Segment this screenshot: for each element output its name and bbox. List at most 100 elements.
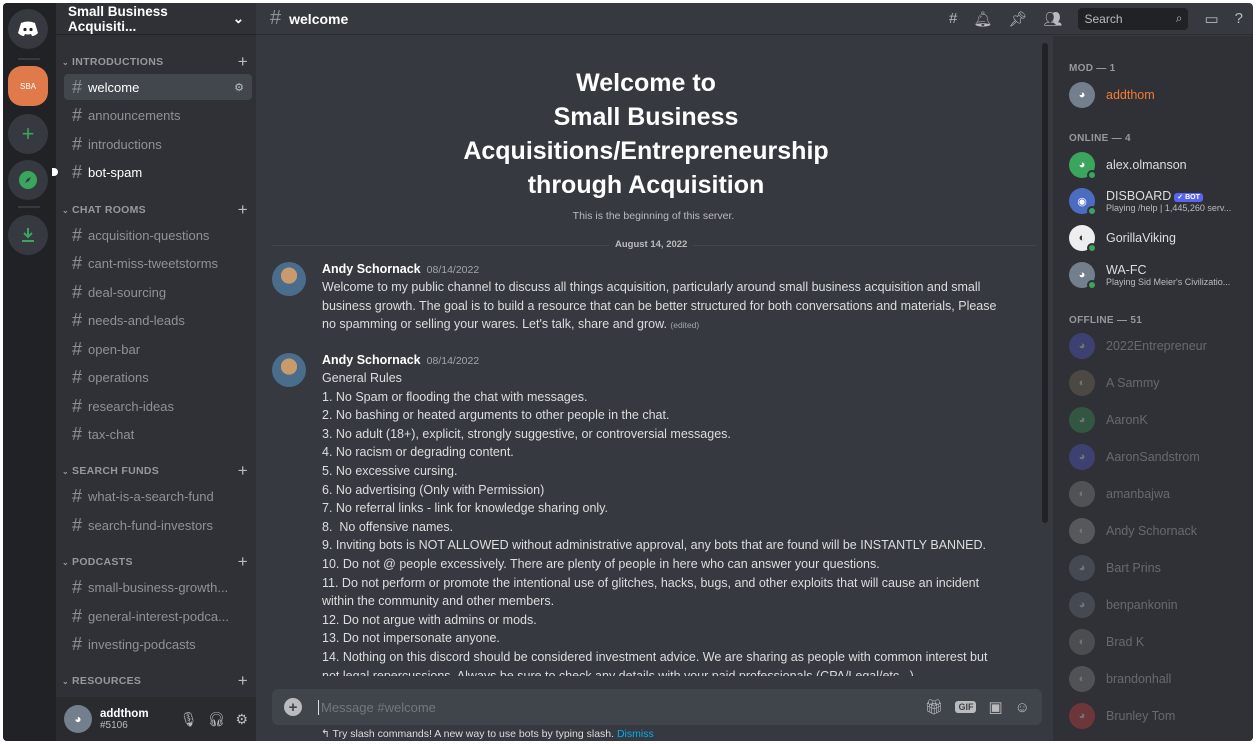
- member-item[interactable]: ◕ WA-FC Playing Sid Meier's Civilizatio.…: [1069, 258, 1249, 292]
- member-item[interactable]: ◐ amanbajwa: [1069, 477, 1249, 511]
- message-scrollbar[interactable]: [1042, 43, 1048, 523]
- channel-cant-miss-tweetstorms[interactable]: # cant-miss-tweetstorms: [64, 250, 252, 276]
- add-server-button[interactable]: +: [8, 114, 48, 154]
- hash-icon: #: [72, 485, 83, 506]
- avatar: ◉: [1069, 188, 1097, 216]
- channel-label: tax-chat: [88, 426, 135, 442]
- member-item[interactable]: ◐ Brad K: [1069, 625, 1249, 659]
- channel-bot-spam[interactable]: # bot-spam: [64, 159, 252, 185]
- message-line: 6. No advertising (Only with Permission): [322, 482, 545, 497]
- avatar[interactable]: [272, 353, 306, 387]
- avatar[interactable]: ◕: [64, 705, 92, 733]
- member-item[interactable]: ◐ GorillaViking: [1069, 221, 1249, 255]
- message[interactable]: Andy Schornack 08/14/2022 General Rules 1…: [272, 353, 1012, 676]
- bell-icon[interactable]: 🔔︎: [973, 10, 992, 28]
- channel-deal-sourcing[interactable]: # deal-sourcing: [64, 279, 252, 305]
- server-sba[interactable]: SBA: [8, 66, 48, 106]
- member-item[interactable]: ◐ A Sammy: [1069, 366, 1249, 400]
- channel-what-is-a-search-fund[interactable]: # what-is-a-search-fund: [64, 483, 252, 509]
- member-item[interactable]: ◕ Bart Prins: [1069, 551, 1249, 585]
- threads-icon[interactable]: #: [949, 10, 957, 27]
- message-input[interactable]: Message #welcome: [318, 699, 436, 715]
- discord-window: SBA + Small Business Acquisiti... ⌄ ⌄ INT…: [3, 3, 1253, 741]
- channel-research-ideas[interactable]: # research-ideas: [64, 393, 252, 419]
- channel-tax-chat[interactable]: # tax-chat: [64, 421, 252, 447]
- member-activity: Playing /help | 1,445,260 serv...: [1106, 203, 1232, 213]
- channel-label: small-business-growth...: [88, 579, 229, 595]
- create-channel-icon[interactable]: +: [238, 671, 248, 691]
- message-line: 9. Inviting bots is NOT ALLOWED without …: [322, 538, 986, 553]
- channel-introductions[interactable]: # introductions: [64, 131, 252, 157]
- hash-icon: #: [72, 224, 83, 245]
- create-channel-icon[interactable]: +: [238, 200, 248, 220]
- member-item[interactable]: ◕ 2022Entrepreneur: [1069, 329, 1249, 363]
- create-channel-icon[interactable]: +: [238, 461, 248, 481]
- message-author[interactable]: Andy Schornack: [322, 262, 421, 276]
- member-item[interactable]: ◕ Brunley Tom: [1069, 699, 1249, 733]
- download-icon: [22, 228, 34, 242]
- avatar[interactable]: [272, 262, 306, 296]
- message-author[interactable]: Andy Schornack: [322, 353, 421, 367]
- message-line: not legal repercussions. Always be sure …: [322, 668, 914, 677]
- help-icon[interactable]: ?: [1235, 10, 1243, 27]
- explore-servers-button[interactable]: [8, 160, 48, 200]
- gift-icon[interactable]: 🎁︎: [924, 698, 943, 716]
- pin-icon[interactable]: 📌︎: [1008, 10, 1027, 28]
- channel-needs-and-leads[interactable]: # needs-and-leads: [64, 307, 252, 333]
- add-attachment-icon[interactable]: +: [284, 698, 302, 716]
- member-item[interactable]: ◐ Andy Schornack: [1069, 514, 1249, 548]
- avatar: ◕: [1069, 262, 1097, 290]
- search-input[interactable]: Search ⌕: [1078, 7, 1189, 30]
- channel-label: investing-podcasts: [88, 636, 196, 652]
- channel-settings-icon[interactable]: ⚙: [234, 81, 244, 94]
- channel-operations[interactable]: # operations: [64, 364, 252, 390]
- inbox-icon[interactable]: ▭: [1204, 10, 1218, 28]
- category-podcasts[interactable]: ⌄ PODCASTS +: [62, 552, 248, 572]
- category-introductions[interactable]: ⌄ INTRODUCTIONS +: [62, 52, 248, 72]
- member-item[interactable]: ◕ benpankonin: [1069, 588, 1249, 622]
- channel-open-bar[interactable]: # open-bar: [64, 336, 252, 362]
- message[interactable]: Andy Schornack 08/14/2022 Welcome to my p…: [272, 262, 1012, 335]
- guild-header[interactable]: Small Business Acquisiti... ⌄: [56, 3, 256, 35]
- avatar: ◐: [1069, 666, 1095, 692]
- member-item[interactable]: ◐ brandonhall: [1069, 662, 1249, 696]
- category-search-funds[interactable]: ⌄ SEARCH FUNDS +: [62, 461, 248, 481]
- message-line: 7. No referral links - link for knowledg…: [322, 501, 609, 516]
- member-group-label: OFFLINE — 51: [1069, 315, 1143, 326]
- channel-acquisition-questions[interactable]: # acquisition-questions: [64, 222, 252, 248]
- category-resources[interactable]: ⌄ RESOURCES +: [62, 671, 248, 691]
- channel-welcome[interactable]: # welcome ⚙: [64, 74, 252, 100]
- gear-icon[interactable]: ⚙: [235, 711, 248, 728]
- channel-sidebar: Small Business Acquisiti... ⌄ ⌄ INTRODUCT…: [52, 3, 256, 741]
- member-item[interactable]: ◕ AaronSandstrom: [1069, 440, 1249, 474]
- channel-announcements[interactable]: # announcements: [64, 102, 252, 128]
- dismiss-link[interactable]: Dismiss: [617, 728, 654, 740]
- channel-investing-podcasts[interactable]: # investing-podcasts: [64, 631, 252, 657]
- message-composer[interactable]: + Message #welcome 🎁︎ GIF ▣ ☺: [272, 689, 1042, 725]
- server-rail: SBA +: [3, 3, 56, 741]
- sticker-icon[interactable]: ▣: [988, 698, 1002, 716]
- emoji-icon[interactable]: ☺: [1015, 699, 1030, 716]
- hash-icon: #: [72, 395, 83, 416]
- member-item[interactable]: ◕ AaronK: [1069, 403, 1249, 437]
- gif-button[interactable]: GIF: [955, 701, 977, 713]
- mute-icon[interactable]: 🎙︎: [180, 711, 198, 728]
- member-name: 2022Entrepreneur: [1106, 339, 1207, 353]
- category-label: PODCASTS: [72, 556, 133, 568]
- channel-general-interest-podcasts[interactable]: # general-interest-podca...: [64, 603, 252, 629]
- member-item[interactable]: ◉ DISBOARD ✓ BOT Playing /help | 1,445,26…: [1069, 184, 1249, 218]
- create-channel-icon[interactable]: +: [238, 52, 248, 72]
- member-item[interactable]: ◕ addthom: [1069, 78, 1249, 112]
- category-chat-rooms[interactable]: ⌄ CHAT ROOMS +: [62, 200, 248, 220]
- member-item[interactable]: ◕ alex.olmanson: [1069, 148, 1249, 182]
- channel-search-fund-investors[interactable]: # search-fund-investors: [64, 512, 252, 538]
- download-apps-button[interactable]: [8, 215, 48, 255]
- channel-label: introductions: [88, 136, 162, 152]
- hash-icon: #: [72, 514, 83, 535]
- members-icon[interactable]: 👥︎: [1043, 10, 1062, 28]
- hash-icon: #: [72, 161, 83, 182]
- channel-small-business-growth[interactable]: # small-business-growth...: [64, 574, 252, 600]
- create-channel-icon[interactable]: +: [238, 552, 248, 572]
- headphones-icon[interactable]: 🎧︎: [208, 711, 226, 728]
- home-button[interactable]: [8, 9, 48, 49]
